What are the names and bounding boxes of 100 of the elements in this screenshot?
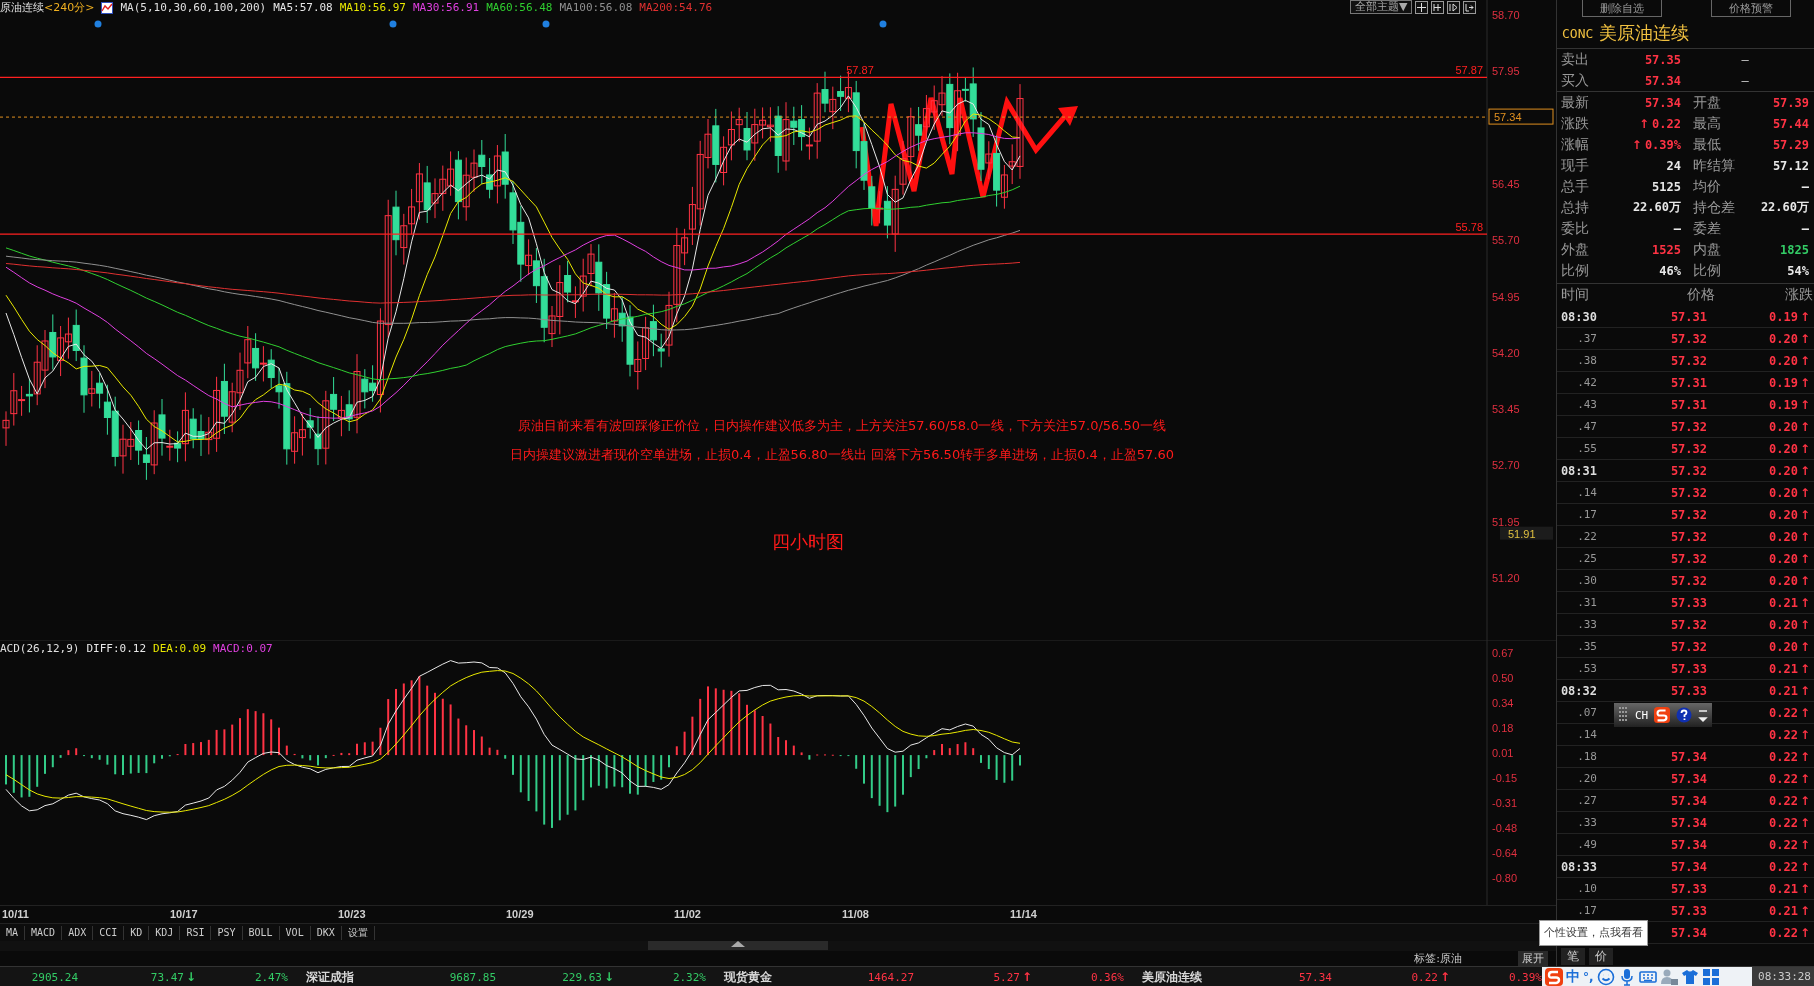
macd-axis-label: 0.01: [1492, 747, 1514, 759]
ticker-value: 2.47%: [254, 970, 288, 984]
ma-value: MA5:57.08: [273, 1, 333, 14]
symbol-name: 原油连续: [0, 0, 44, 15]
indicator-tab[interactable]: VOL: [279, 925, 311, 940]
ticker-value: 57.34: [1298, 970, 1332, 984]
quote-value: 57.34: [1643, 73, 1681, 88]
ma-value: MA10:56.97: [339, 1, 406, 14]
quote-value: –: [1673, 221, 1681, 236]
ma-value: MA60:56.48: [486, 1, 553, 14]
date-label: 10/17: [170, 907, 199, 922]
line-price-label: 57.87: [1455, 64, 1483, 77]
tick-time: .14: [1576, 728, 1597, 741]
arrow-icon: ↑: [1799, 661, 1810, 676]
quote-value: –: [1801, 179, 1809, 194]
tick-time: .37: [1576, 332, 1597, 345]
arrow-icon: ↑: [1799, 463, 1810, 478]
price-axis-label: 52.70: [1492, 459, 1520, 472]
quote-label: 买入: [1561, 71, 1590, 90]
price-axis-label: 58.70: [1492, 9, 1520, 21]
ticker-name: 现货黄金: [724, 968, 772, 986]
tick-price: 57.32: [1670, 485, 1707, 500]
indicator-tab[interactable]: ADX: [62, 925, 94, 940]
tick-change: 0.20: [1769, 463, 1798, 478]
macd-axis-label: 0.34: [1492, 697, 1514, 709]
punctuation-toggle[interactable]: °,: [1583, 970, 1594, 984]
line-price-label: 55.78: [1455, 221, 1483, 234]
indicator-tab[interactable]: KDJ: [149, 925, 181, 940]
arrow-icon: ↑: [1799, 793, 1810, 808]
tick-price: 57.32: [1670, 573, 1707, 588]
tick-change: 0.20: [1769, 573, 1798, 588]
tick-time: .17: [1576, 508, 1597, 521]
arrow-icon: ↓: [603, 970, 614, 984]
tick-change: 0.22: [1769, 925, 1798, 940]
indicator-tab[interactable]: DKX: [310, 925, 342, 940]
tick-price: 57.32: [1670, 551, 1707, 566]
tick-change: 0.22: [1769, 815, 1798, 830]
quote-label: 最低: [1692, 135, 1722, 154]
indicator-tab[interactable]: RSI: [180, 925, 212, 940]
quote-label: 卖出: [1561, 50, 1590, 69]
indicator-tab[interactable]: 设置: [341, 925, 375, 940]
tick-price: 57.34: [1670, 815, 1707, 830]
column-header: 时间: [1560, 286, 1590, 304]
ticker-value: 0.22: [1411, 970, 1438, 984]
tick-price: 57.32: [1670, 529, 1707, 544]
panel-button[interactable]: 价格预警: [1710, 0, 1791, 17]
price-axis-label: 51.20: [1492, 572, 1520, 584]
tick-price: 57.32: [1670, 353, 1707, 368]
tick-time: .14: [1576, 486, 1597, 499]
arrow-icon: ↑: [1799, 485, 1810, 500]
indicator-tab[interactable]: KD: [124, 925, 150, 940]
tick-change: 0.20: [1769, 419, 1798, 434]
panel-tab[interactable]: 笔: [1561, 947, 1585, 965]
quote-value: 0.22: [1652, 116, 1681, 131]
ma-value: MA200:54.76: [639, 1, 713, 14]
tick-change: 0.20: [1769, 331, 1798, 346]
tick-change: 0.22: [1769, 859, 1798, 874]
tick-time: .27: [1576, 794, 1597, 807]
panel-button[interactable]: 删除自选: [1581, 0, 1662, 17]
arrow-icon: ↑: [1021, 970, 1032, 984]
arrow-icon: ↑: [1799, 859, 1810, 874]
quote-value: 22.60万: [1632, 199, 1681, 216]
tick-time: .17: [1576, 904, 1597, 917]
indicator-tab[interactable]: MACD: [25, 925, 63, 940]
tag-label: 标签:原油: [1414, 950, 1462, 966]
ticker-value: 229.63: [562, 970, 602, 984]
price-axis-label: 56.45: [1492, 177, 1520, 190]
tick-price: 57.33: [1670, 661, 1707, 676]
indicator-tab[interactable]: BOLL: [242, 925, 280, 940]
arrow-icon: ↑: [1799, 727, 1810, 742]
arrow-icon: ↑: [1799, 639, 1810, 654]
language-mode-toggle[interactable]: 中: [1566, 968, 1580, 986]
tick-change: 0.20: [1769, 617, 1798, 632]
quote-label: 涨跌: [1561, 114, 1590, 133]
tick-price: 57.32: [1670, 639, 1707, 654]
tick-price: 57.31: [1670, 375, 1707, 390]
quote-value: 46%: [1659, 263, 1681, 278]
tick-time: 08:33: [1559, 859, 1597, 874]
quote-label: 外盘: [1561, 240, 1590, 259]
tick-price: 57.33: [1670, 903, 1707, 918]
price-axis-label: 57.95: [1492, 65, 1520, 78]
indicator-tab[interactable]: CCI: [93, 925, 125, 940]
tick-time: .20: [1576, 772, 1597, 785]
price-axis-label: 54.20: [1492, 346, 1520, 359]
ticker-value: 1464.27: [867, 970, 914, 984]
theme-dropdown[interactable]: 全部主题▼: [1350, 0, 1413, 14]
quote-label: 总持: [1561, 198, 1590, 217]
tick-price: 57.32: [1670, 463, 1707, 478]
tick-change: 0.20: [1769, 551, 1798, 566]
indicator-tab[interactable]: MA: [0, 925, 26, 940]
tick-change: 0.20: [1769, 639, 1798, 654]
arrow-icon: ↑: [1799, 419, 1810, 434]
panel-tab[interactable]: 价: [1589, 947, 1613, 965]
low-price-tag: 51.91: [1500, 526, 1553, 540]
arrow-icon: ↑: [1799, 507, 1810, 522]
indicator-tab[interactable]: PSY: [211, 925, 243, 940]
column-header: 涨跌: [1784, 286, 1814, 304]
language-mode-toggle[interactable]: CH: [1635, 708, 1649, 722]
quote-value: 1825: [1780, 242, 1809, 257]
date-label: 11/14: [1010, 907, 1038, 922]
